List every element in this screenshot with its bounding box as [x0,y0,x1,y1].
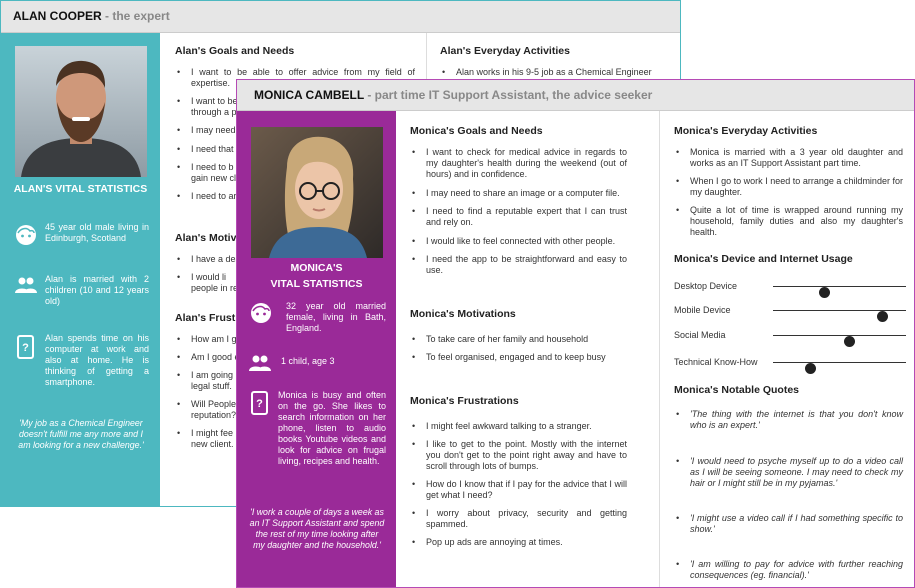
usage-knob [805,363,817,374]
monica-device-title: Monica's Device and Internet Usage [674,253,853,265]
phone-icon: ? [17,335,39,359]
alan-activities-title: Alan's Everyday Activities [440,45,570,57]
svg-text:?: ? [22,342,29,354]
monica-role: - part time IT Support Assistant, the ad… [364,88,653,102]
monica-stat-habits: Monica is busy and often on the go. She … [278,390,386,466]
list-item: 'I am willing to pay for advice with fur… [674,559,903,581]
list-item: I would like to feel connected with othe… [410,236,627,247]
usage-label: Social Media [674,330,726,340]
monica-photo [251,127,383,258]
alan-stat-family: Alan is married with 2 children (10 and … [45,274,149,306]
usage-row-social: Social Media [674,329,906,347]
alan-vital-title: ALAN'S VITAL STATISTICS [13,183,148,195]
alan-photo [15,46,147,177]
usage-label: Technical Know-How [674,357,758,367]
usage-knob [843,336,855,347]
list-item: 'I would need to psyche myself up to do … [674,456,903,489]
list-item: I might feel awkward talking to a strang… [410,421,627,432]
monica-quotes-title: Monica's Notable Quotes [674,384,800,396]
monica-column-activities: Monica's Everyday Activities Monica is m… [674,125,906,581]
face-icon [15,224,37,246]
alan-stat-computer: Alan spends time on his computer at work… [45,333,149,387]
list-item: I need to find a reputable expert that I… [410,206,627,228]
usage-label: Desktop Device [674,281,738,291]
monica-sidebar: MONICA'S VITAL STATISTICS 32 year old ma… [237,111,396,587]
usage-row-desktop: Desktop Device [674,280,906,298]
usage-sliders: Desktop Device Mobile Device Social Medi… [674,271,906,374]
people-icon [14,274,37,296]
list-item: How do I know that if I pay for the advi… [410,479,627,501]
monica-name: MONICA CAMBELL [254,88,364,102]
monica-motivations-title: Monica's Motivations [410,308,516,320]
phone-icon: ? [251,391,273,415]
list-item: I need the app to be straightforward and… [410,254,627,276]
list-item: To feel organised, engaged and to keep b… [410,352,627,363]
people-icon [248,352,271,374]
usage-track [773,286,906,298]
alan-role: - the expert [101,9,170,23]
alan-stat-age: 45 year old male living in Edinburgh, Sc… [45,222,149,243]
monica-quote: 'I work a couple of days a week as an IT… [249,507,385,550]
list-item: Alan works in his 9-5 job as a Chemical … [440,67,670,78]
usage-row-mobile: Mobile Device [674,304,906,322]
monica-persona-card: MONICA CAMBELL - part time IT Support As… [236,79,915,588]
list-item: 'The thing with the internet is that you… [674,409,903,431]
monica-activities-title: Monica's Everyday Activities [674,125,818,137]
svg-text:?: ? [256,398,263,410]
usage-track [773,362,906,374]
alan-goals-title: Alan's Goals and Needs [175,45,295,57]
list-item: I may need to share an image or a comput… [410,188,627,199]
monica-divider [659,111,660,587]
list-item: 'I might use a video call if I had somet… [674,513,903,535]
list-item: Pop up ads are annoying at times. [410,537,627,548]
usage-track [773,335,906,347]
monica-frustrations-title: Monica's Frustrations [410,395,519,407]
list-item: Monica is married with a 3 year old daug… [674,147,903,169]
face-icon [250,302,272,324]
list-item: I worry about privacy, security and gett… [410,508,627,530]
list-item: Quite a lot of time is wrapped around ru… [674,205,903,238]
monica-stat-age: 32 year old married female, living in Ba… [286,301,386,333]
usage-row-technical: Technical Know-How [674,356,906,374]
usage-track [773,310,906,322]
usage-knob [877,311,889,322]
list-item: To take care of her family and household [410,334,627,345]
usage-label: Mobile Device [674,305,731,315]
monica-header: MONICA CAMBELL - part time IT Support As… [237,80,914,111]
monica-goals-title: Monica's Goals and Needs [410,125,543,137]
alan-quote: 'My job as a Chemical Engineer doesn't f… [18,418,144,450]
list-item: I want to check for medical advice in re… [410,147,627,180]
alan-column-activities: Alan's Everyday Activities Alan works in… [440,45,670,79]
list-item: I like to get to the point. Mostly with … [410,439,627,472]
monica-column-goals: Monica's Goals and Needs I want to check… [410,125,627,549]
alan-name: ALAN COOPER [13,9,102,23]
usage-knob [818,287,830,298]
alan-sidebar: ALAN'S VITAL STATISTICS 45 year old male… [1,33,160,506]
monica-stat-family: 1 child, age 3 [281,356,335,366]
list-item: When I go to work I need to arrange a ch… [674,176,903,198]
monica-vital-title: MONICA'S VITAL STATISTICS [270,262,363,290]
alan-header: ALAN COOPER - the expert [1,1,680,33]
